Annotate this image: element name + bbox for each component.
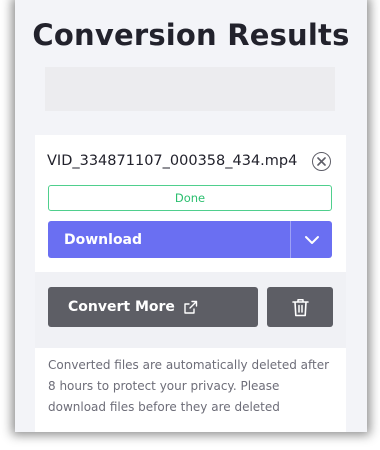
- page-title: Conversion Results: [32, 18, 350, 52]
- status-badge: Done: [48, 185, 332, 211]
- convert-more-button[interactable]: Convert More: [48, 287, 258, 327]
- chevron-down-icon: [304, 235, 319, 244]
- trash-icon: [291, 298, 309, 316]
- download-button[interactable]: Download: [48, 221, 290, 258]
- download-options-toggle[interactable]: [290, 221, 332, 258]
- close-circle-icon[interactable]: [312, 151, 331, 171]
- actions-bar: Convert More: [35, 272, 346, 348]
- download-button-group: Download: [48, 221, 332, 258]
- file-name: VID_334871107_000358_434.mp4: [47, 153, 298, 169]
- close-icon: [317, 156, 326, 166]
- convert-more-label: Convert More: [68, 299, 175, 315]
- external-link-icon: [184, 300, 198, 314]
- conversion-results-panel: Conversion Results VID_334871107_000358_…: [15, 0, 367, 432]
- file-row: VID_334871107_000358_434.mp4: [47, 149, 333, 173]
- ad-placeholder: [45, 67, 335, 111]
- result-card: VID_334871107_000358_434.mp4 Done Downlo…: [35, 135, 346, 432]
- auto-delete-notice: Converted files are automatically delete…: [48, 358, 330, 414]
- delete-button[interactable]: [267, 287, 333, 327]
